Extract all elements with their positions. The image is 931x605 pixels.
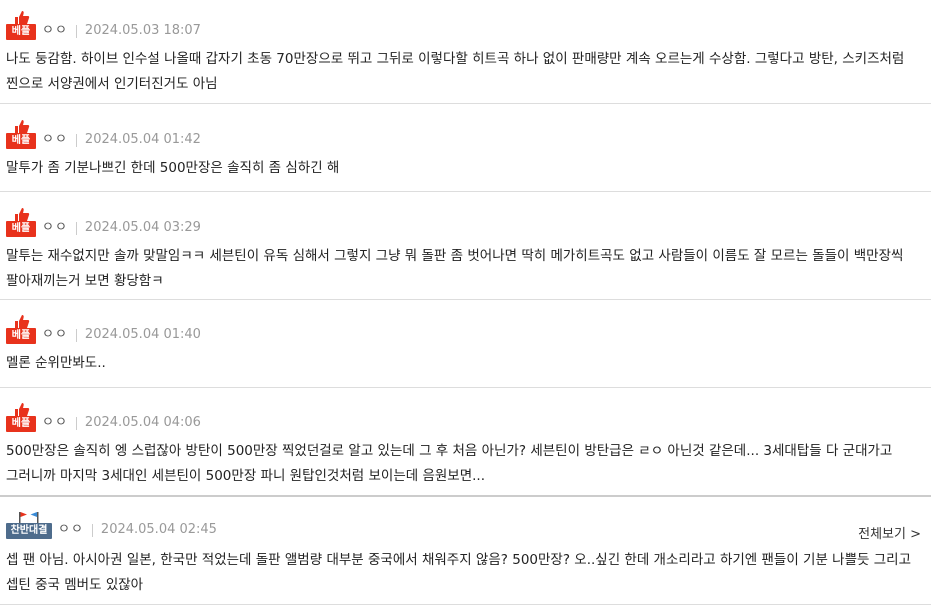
comment-date: 2024.05.04 03:29 <box>84 220 201 235</box>
comment-item: 베플 ㅇㅇ 2024.05.04 01:40 멜론 순위만봐도.. <box>0 300 931 388</box>
comment-header: 베플 ㅇㅇ 2024.05.04 01:42 <box>6 119 201 149</box>
comment-header: 베플 ㅇㅇ 2024.05.04 04:06 <box>6 402 201 432</box>
comment-item: 베플 ㅇㅇ 2024.05.04 01:42 말투가 좀 기분나쁘긴 한데 50… <box>0 104 931 192</box>
versus-badge: 찬반대결 <box>6 509 52 539</box>
comment-header: 베플 ㅇㅇ 2024.05.04 01:40 <box>6 314 201 344</box>
best-label: 베플 <box>6 24 36 40</box>
thumbs-up-icon <box>15 403 30 417</box>
comment-item: 베플 ㅇㅇ 2024.05.04 03:29 말투는 재수없지만 솔까 맞말임ㅋ… <box>0 192 931 300</box>
author-nickname[interactable]: ㅇㅇ <box>42 23 68 39</box>
comment-date: 2024.05.03 18:07 <box>84 23 201 38</box>
divider <box>75 221 77 235</box>
comment-text: 500만장은 솔직히 엥 스럽잖아 방탄이 500만장 찍었던걸로 알고 있는데… <box>6 443 893 484</box>
author-nickname[interactable]: ㅇㅇ <box>42 132 68 148</box>
thumbs-up-icon <box>15 208 30 222</box>
comment-date: 2024.05.04 01:42 <box>84 132 201 147</box>
comment-date: 2024.05.04 04:06 <box>84 415 201 430</box>
best-label: 베플 <box>6 133 36 149</box>
comment-item: 찬반대결 ㅇㅇ 2024.05.04 02:45 전체보기 > 셉 팬 아님. … <box>0 497 931 605</box>
divider <box>75 24 77 38</box>
comment-item: 베플 ㅇㅇ 2024.05.03 18:07 나도 둥감함. 하이브 인수설 나… <box>0 0 931 104</box>
best-label: 베플 <box>6 221 36 237</box>
divider <box>75 133 77 147</box>
comment-text: 말투는 재수없지만 솔까 맞말임ㅋㅋ 세븐틴이 유독 심해서 그렇지 그냥 뭐 … <box>6 248 904 289</box>
divider <box>91 523 93 537</box>
best-badge: 베플 <box>6 207 36 237</box>
versus-label: 찬반대결 <box>6 523 52 539</box>
divider <box>75 416 77 430</box>
best-label: 베플 <box>6 328 36 344</box>
view-all-link[interactable]: 전체보기 > <box>858 523 921 542</box>
best-label: 베플 <box>6 416 36 432</box>
author-nickname[interactable]: ㅇㅇ <box>58 522 84 538</box>
best-badge: 베플 <box>6 10 36 40</box>
best-badge: 베플 <box>6 314 36 344</box>
comment-date: 2024.05.04 01:40 <box>84 327 201 342</box>
comment-header: 베플 ㅇㅇ 2024.05.03 18:07 <box>6 10 201 40</box>
author-nickname[interactable]: ㅇㅇ <box>42 220 68 236</box>
comment-date: 2024.05.04 02:45 <box>100 522 217 537</box>
author-nickname[interactable]: ㅇㅇ <box>42 327 68 343</box>
thumbs-up-icon <box>15 120 30 134</box>
best-badge: 베플 <box>6 402 36 432</box>
comment-text: 말투가 좀 기분나쁘긴 한데 500만장은 솔직히 좀 심하긴 해 <box>6 160 340 176</box>
comment-item: 베플 ㅇㅇ 2024.05.04 04:06 500만장은 솔직히 엥 스럽잖아… <box>0 388 931 497</box>
comment-text: 셉 팬 아님. 아시아권 일본, 한국만 적었는데 돌판 앨범량 대부분 중국에… <box>6 552 911 593</box>
comment-header: 찬반대결 ㅇㅇ 2024.05.04 02:45 <box>6 509 217 539</box>
thumbs-up-icon <box>15 11 30 25</box>
author-nickname[interactable]: ㅇㅇ <box>42 415 68 431</box>
thumbs-up-icon <box>15 315 30 329</box>
best-badge: 베플 <box>6 119 36 149</box>
divider <box>75 328 77 342</box>
comment-text: 나도 둥감함. 하이브 인수설 나올때 갑자기 초동 70만장으로 뛰고 그뒤로… <box>6 51 905 92</box>
comment-text: 멜론 순위만봐도.. <box>6 355 106 371</box>
comment-header: 베플 ㅇㅇ 2024.05.04 03:29 <box>6 207 201 237</box>
